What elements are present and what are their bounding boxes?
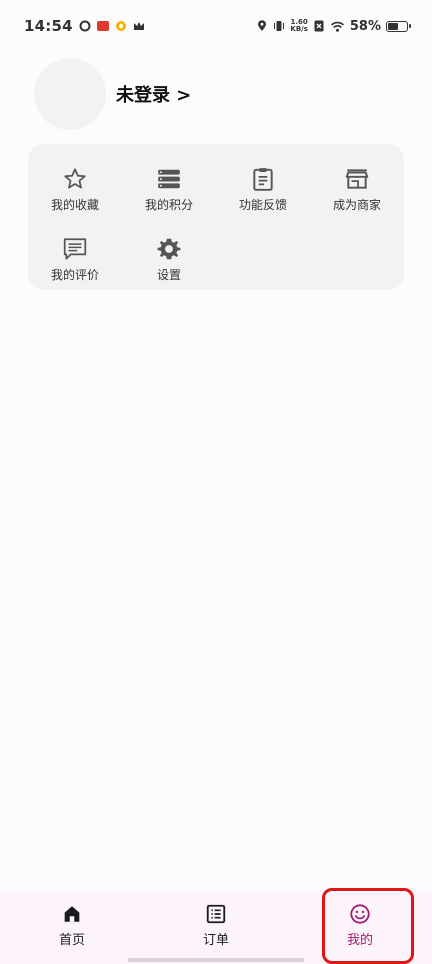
battery-fill bbox=[388, 22, 398, 30]
menu-item-points[interactable]: 我的积分 bbox=[122, 154, 216, 224]
crown-icon bbox=[133, 22, 144, 30]
menu-item-label: 成为商家 bbox=[332, 197, 381, 212]
menu-item-label: 我的积分 bbox=[144, 197, 193, 212]
gear-icon bbox=[157, 238, 181, 259]
bottom-nav: 首页 订单 我的 bbox=[0, 892, 432, 964]
menu-item-feedback[interactable]: 功能反馈 bbox=[216, 154, 310, 224]
nav-item-home[interactable]: 首页 bbox=[0, 892, 144, 964]
clipboard-icon bbox=[253, 167, 273, 191]
list-stack-icon bbox=[158, 169, 180, 188]
profile-header[interactable]: 未登录 > bbox=[34, 58, 191, 130]
home-icon bbox=[64, 905, 80, 922]
avatar[interactable] bbox=[34, 58, 106, 130]
order-list-icon bbox=[206, 904, 226, 923]
vibrate-icon bbox=[274, 21, 285, 31]
menu-item-label: 功能反馈 bbox=[238, 197, 287, 212]
menu-item-reviews[interactable]: 我的评价 bbox=[28, 224, 122, 294]
login-link[interactable]: 未登录 > bbox=[116, 81, 191, 107]
status-right: 1.60 KB/s 58% bbox=[256, 18, 411, 34]
comment-icon bbox=[63, 237, 87, 260]
nav-item-label: 我的 bbox=[346, 932, 373, 948]
menu-item-become-merchant[interactable]: 成为商家 bbox=[310, 154, 404, 224]
menu-item-favorites[interactable]: 我的收藏 bbox=[28, 154, 122, 224]
menu-item-settings[interactable]: 设置 bbox=[122, 224, 216, 294]
menu-card: 我的收藏 我的积分 功能反馈 成为商家 我的评价 设置 bbox=[28, 144, 404, 290]
nav-item-mine[interactable]: 我的 bbox=[288, 892, 432, 964]
net-speed: 1.60 KB/s bbox=[290, 19, 307, 33]
star-icon bbox=[64, 167, 86, 189]
location-icon bbox=[258, 20, 267, 31]
net-speed-unit: KB/s bbox=[290, 25, 308, 33]
no-sim-icon bbox=[314, 20, 324, 32]
nav-item-label: 订单 bbox=[202, 932, 229, 948]
menu-item-label: 我的收藏 bbox=[50, 197, 99, 212]
nav-item-orders[interactable]: 订单 bbox=[144, 892, 288, 964]
menu-item-label: 设置 bbox=[156, 267, 181, 282]
smile-icon bbox=[350, 903, 370, 924]
battery-icon bbox=[386, 20, 411, 32]
status-bar: 14:54 1.60 KB/s 58% bbox=[0, 0, 432, 52]
store-icon bbox=[345, 168, 369, 189]
status-left: 14:54 bbox=[24, 17, 145, 35]
gesture-bar[interactable] bbox=[128, 958, 304, 962]
menu-item-label: 我的评价 bbox=[50, 267, 99, 282]
photos-app-icon bbox=[115, 21, 126, 31]
news-app-icon bbox=[96, 21, 109, 31]
sync-icon bbox=[79, 20, 91, 32]
battery-percent: 58% bbox=[349, 18, 381, 34]
status-time: 14:54 bbox=[24, 17, 73, 35]
menu-grid: 我的收藏 我的积分 功能反馈 成为商家 我的评价 设置 bbox=[28, 154, 404, 294]
nav-item-label: 首页 bbox=[58, 932, 85, 948]
wifi-icon bbox=[330, 21, 344, 32]
